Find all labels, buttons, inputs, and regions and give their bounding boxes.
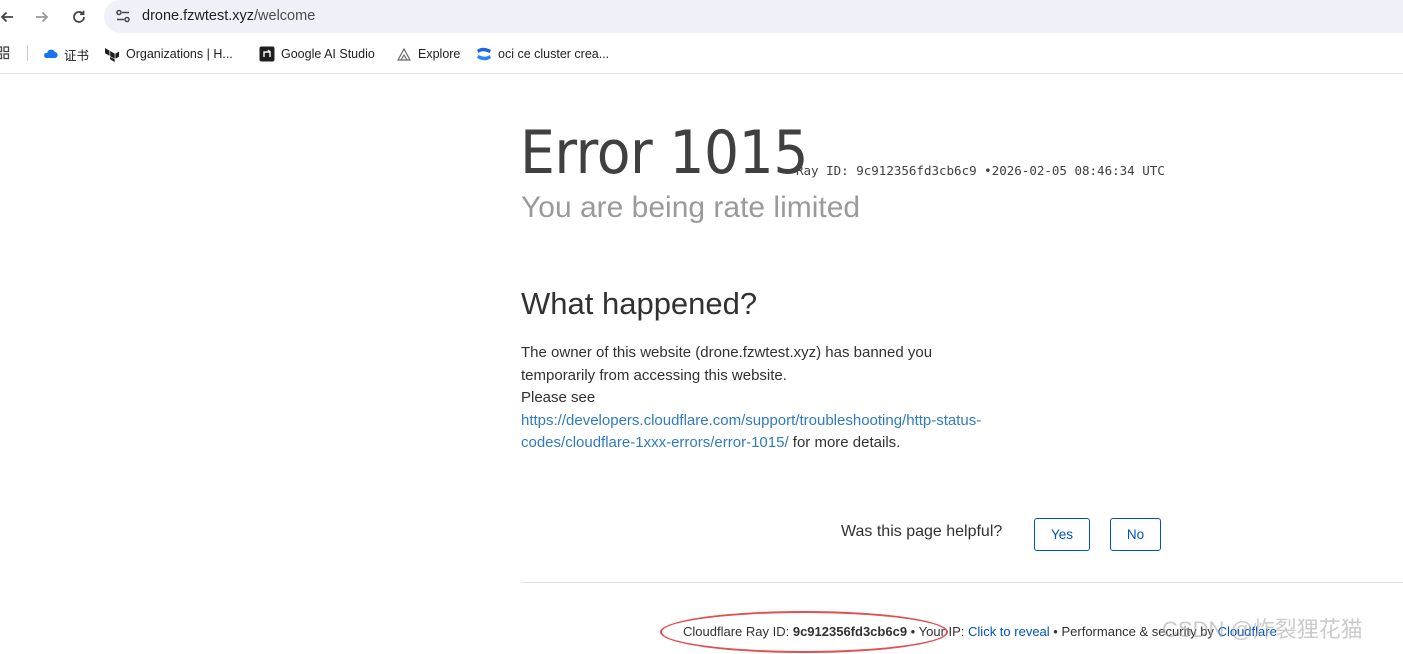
annotation-ellipse [660, 611, 948, 653]
bookmarks-separator [27, 45, 28, 61]
url-path: /welcome [254, 8, 316, 24]
reveal-ip-link[interactable]: Click to reveal [968, 624, 1050, 639]
error-subtitle: You are being rate limited [521, 191, 861, 224]
browser-chrome: drone.fzwtest.xyz/welcome 证书 Organizatio… [0, 0, 1403, 74]
bookmark-item[interactable]: Organizations | H... [104, 44, 233, 64]
reload-icon [73, 10, 85, 23]
url-host: drone.fzwtest.xyz [142, 8, 255, 24]
bookmark-item[interactable]: 证书 [42, 44, 89, 64]
docs-link[interactable]: https://developers.cloudflare.com/suppor… [521, 412, 981, 452]
arrow-right-icon [36, 11, 49, 23]
bullet-separator: • [984, 163, 992, 178]
bookmark-item[interactable]: Google AI Studio [259, 44, 375, 64]
terraform-icon [105, 48, 119, 62]
bookmarks-bar: 证书 Organizations | H... Google AI Studio… [0, 40, 1403, 68]
watermark: CSDN @炸裂狸花猫 [1162, 617, 1363, 642]
confluence-icon [477, 47, 491, 61]
bookmark-label: oci ce cluster crea... [498, 47, 610, 61]
error-timestamp: 2026-02-05 08:46:34 UTC [991, 163, 1165, 178]
ray-id-label: Ray ID: [796, 163, 849, 178]
ray-id-value: 9c912356fd3cb6c9 [856, 163, 977, 178]
forward-button[interactable] [29, 4, 55, 30]
feedback-no-button[interactable]: No [1110, 518, 1161, 551]
details-line: https://developers.cloudflare.com/suppor… [521, 410, 1001, 455]
bookmark-label: Google AI Studio [281, 47, 375, 61]
back-button[interactable] [0, 4, 20, 30]
bookmark-item[interactable]: oci ce cluster crea... [476, 44, 609, 64]
what-happened-heading: What happened? [521, 286, 758, 321]
what-happened-text: The owner of this website (drone.fzwtest… [521, 342, 1001, 455]
bookmark-item[interactable]: Explore [396, 44, 460, 64]
explore-icon [396, 47, 412, 61]
site-settings-icon[interactable] [114, 7, 132, 25]
address-bar[interactable]: drone.fzwtest.xyz/welcome [104, 0, 1403, 33]
bullet-separator: • [1053, 624, 1058, 639]
url-text[interactable]: drone.fzwtest.xyz/welcome [142, 8, 315, 24]
ray-id-line: Ray ID: 9c912356fd3cb6c9 •2026-02-05 08:… [796, 163, 1165, 178]
reload-button[interactable] [66, 4, 92, 30]
see-prefix: Please see [521, 389, 596, 407]
ai-studio-icon [259, 46, 275, 62]
bookmark-label: Organizations | H... [126, 47, 233, 61]
navigation-bar: drone.fzwtest.xyz/welcome [0, 0, 1403, 34]
bookmark-label: Explore [418, 47, 461, 61]
arrow-left-icon [0, 11, 13, 23]
apps-grid-icon[interactable] [0, 46, 13, 60]
details-suffix: for more details. [792, 434, 901, 452]
feedback-question: Was this page helpful? [841, 523, 1003, 540]
error-title: Error 1015 [520, 118, 808, 188]
ban-message: The owner of this website (drone.fzwtest… [521, 344, 933, 384]
cloud-icon [44, 49, 58, 59]
bookmark-label: 证书 [64, 48, 90, 63]
page-content: Error 1015 Ray ID: 9c912356fd3cb6c9 •202… [0, 74, 1403, 654]
footer-divider [521, 582, 1403, 583]
feedback-yes-button[interactable]: Yes [1034, 518, 1090, 551]
